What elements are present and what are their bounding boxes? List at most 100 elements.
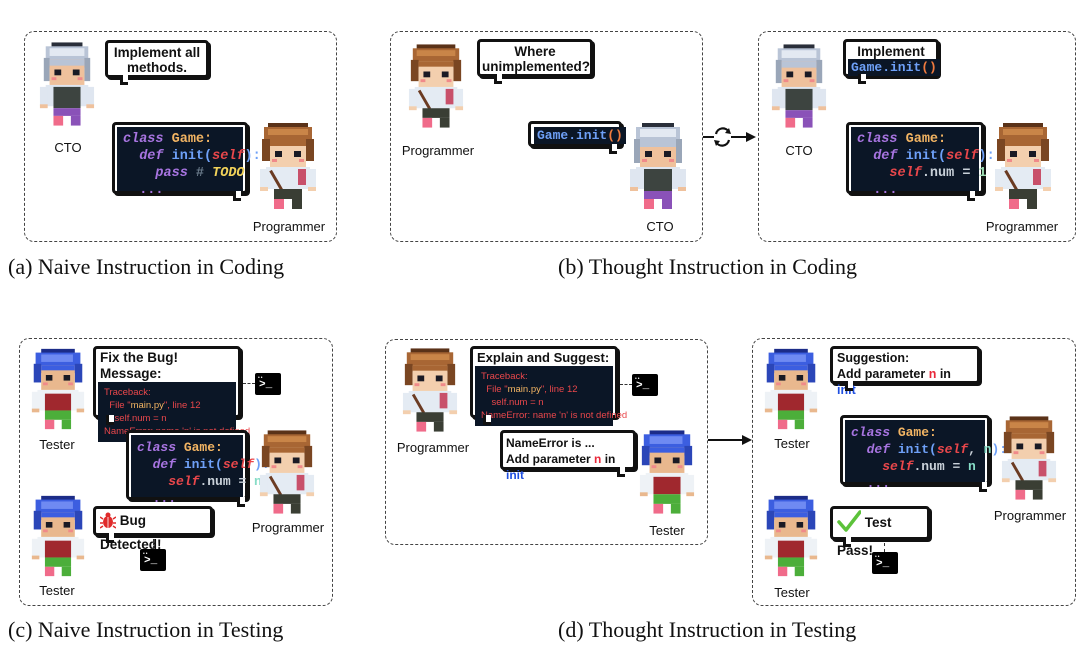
programmer-label: Programmer: [251, 520, 325, 535]
programmer-code-bubble: class Game: def init(self, n): self.num …: [840, 415, 1007, 492]
code-token: self: [212, 149, 245, 164]
connector-line: [620, 384, 632, 385]
code-token: (): [921, 60, 937, 75]
cto-label: CTO: [785, 143, 813, 158]
code-token: Game.init: [851, 60, 922, 75]
bubble-line: NameError is ...: [506, 436, 595, 450]
code-token: (: [938, 149, 947, 164]
tester-label: Tester: [774, 436, 810, 451]
programmer-label: Programmer: [252, 219, 326, 234]
tester-avatar: [639, 430, 695, 514]
programmer-avatar: [260, 123, 316, 209]
bubble-title: Fix the Bug! Message:: [100, 350, 178, 381]
code-token: .num =: [913, 459, 969, 474]
tester-avatar: [31, 495, 85, 577]
traceback-line: File ": [481, 384, 508, 395]
cto-instruction-bubble: Implement all methods.: [105, 40, 209, 85]
terminal-prompt: >_: [144, 555, 158, 567]
tester-avatar: [31, 348, 85, 430]
programmer-avatar: [402, 348, 458, 432]
test-pass-bubble: Test Pass!: [830, 506, 930, 558]
suggestion-bubble: Suggestion: Add parameter n in init: [830, 346, 980, 397]
traceback-file: main.py: [130, 400, 164, 411]
cto-avatar: [630, 123, 686, 209]
terminal-icon: •• >_: [872, 552, 898, 574]
code-token: :: [929, 425, 937, 440]
cto-avatar: [39, 42, 95, 126]
terminal-icon: •• >_: [255, 373, 281, 395]
code-token: init: [176, 457, 216, 472]
caption-b: (b) Thought Instruction in Coding: [558, 254, 858, 279]
bug-icon: [99, 512, 117, 529]
code-token: def: [139, 149, 164, 164]
code-token: self: [222, 457, 255, 472]
tester-label: Tester: [649, 523, 685, 538]
traceback-line: Traceback:: [104, 387, 151, 398]
programmer-label: Programmer: [396, 440, 470, 455]
bubble-line: Where: [514, 44, 556, 59]
code-token: n: [968, 459, 976, 474]
bubble-title: Implement: [857, 44, 925, 59]
caption-d: (d) Thought Instruction in Testing: [558, 617, 857, 642]
programmer-avatar: [408, 44, 464, 128]
code-token: 1: [978, 166, 987, 181]
code-token: ...: [139, 183, 164, 198]
connector-line: [153, 539, 154, 549]
refresh-loop-icon: [714, 127, 731, 147]
traceback-block: Traceback: File "main.py", line 12 self.…: [475, 366, 627, 426]
programmer-avatar: [995, 123, 1051, 209]
code-token: (): [607, 128, 623, 143]
traceback-file: main.py: [507, 384, 541, 395]
programmer-question-bubble: Where unimplemented?: [477, 39, 593, 84]
terminal-prompt: >_: [876, 558, 890, 570]
code-token: :: [204, 132, 213, 147]
tester-avatar: [764, 495, 818, 577]
code-token: (: [929, 442, 937, 457]
code-token: ...: [152, 491, 177, 506]
programmer-code-bubble: class Game: def init(self): self.num = 1…: [846, 122, 995, 201]
code-token: (: [204, 149, 213, 164]
code-token: class: [851, 425, 891, 440]
code-token: Game: [176, 440, 216, 455]
code-token: :: [215, 440, 223, 455]
tester-label: Tester: [39, 437, 75, 452]
explain-suggest-bubble: Explain and Suggest: Traceback: File "ma…: [470, 346, 627, 426]
code-block: class Game: def init(self): self.num = n…: [131, 435, 270, 506]
code-token: .num =: [921, 166, 979, 181]
connector-line: [243, 383, 255, 384]
traceback-line: File ": [104, 400, 131, 411]
code-token: self: [946, 149, 979, 164]
code-token: def: [152, 457, 177, 472]
loop-arrow: [703, 127, 756, 147]
code-token: def: [873, 149, 898, 164]
code-token: class: [857, 132, 898, 147]
terminal-icon: •• >_: [140, 549, 166, 571]
code-token: Game.init: [537, 128, 608, 143]
traceback-line: NameError: name 'n' is not defined: [481, 410, 628, 421]
cto-label: CTO: [54, 140, 82, 155]
code-token: class: [137, 440, 177, 455]
cto-answer-bubble: Game.init(): [528, 121, 626, 154]
terminal-prompt: >_: [636, 380, 650, 392]
caption-a: (a) Naive Instruction in Coding: [8, 254, 285, 279]
bubble-line: Implement all: [113, 45, 201, 60]
tester-label: Tester: [774, 585, 810, 600]
bubble-text: Add parameter: [837, 367, 929, 381]
code-token: Game.init(): [534, 127, 626, 144]
code-token: (: [215, 457, 223, 472]
connector-line: [884, 543, 885, 552]
programmer-code-bubble: class Game: def init(self): self.num = n…: [126, 430, 270, 507]
cto-avatar: [771, 44, 827, 128]
flow-arrow: [708, 435, 752, 445]
code-token: class: [123, 132, 164, 147]
programmer-avatar: [1001, 416, 1057, 500]
code-block: class Game: def init(self): self.num = 1…: [851, 127, 995, 198]
highlight-method: init: [506, 468, 524, 482]
tester-avatar: [764, 348, 818, 430]
code-token: self: [889, 166, 922, 181]
code-token: self: [936, 442, 969, 457]
code-token: TODO: [212, 166, 245, 181]
code-token: init: [897, 149, 939, 164]
bubble-text: Add parameter: [506, 452, 595, 466]
traceback-line: Traceback:: [481, 371, 528, 382]
